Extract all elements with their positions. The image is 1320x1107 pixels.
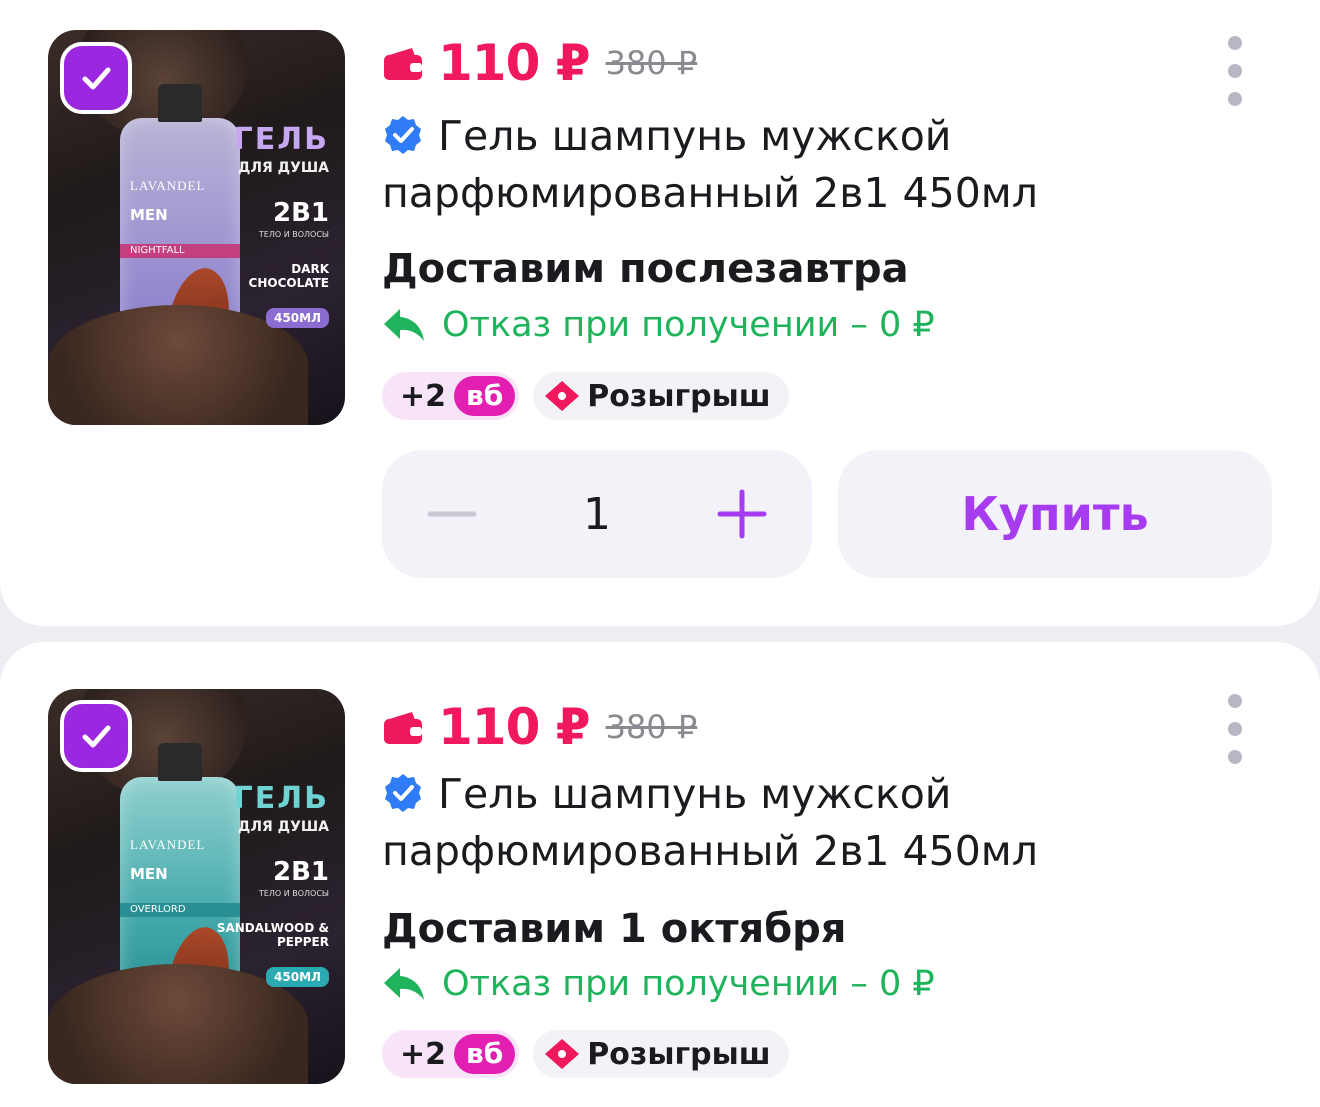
- promo-chips: +2 вб Розыгрыш: [382, 372, 789, 420]
- product-card[interactable]: LAVANDEL MEN NIGHTFALL ГЕЛЬ ДЛЯ ДУША 2В1…: [0, 0, 1320, 626]
- plus-icon: [717, 489, 767, 539]
- bonus-amount: +2: [400, 1036, 447, 1072]
- ticket-icon: [545, 381, 580, 411]
- raffle-label: Розыгрыш: [587, 1036, 771, 1072]
- promo-chips: +2 вб Розыгрыш: [382, 1030, 789, 1078]
- verified-check-icon: [385, 774, 421, 812]
- bottle-variant: OVERLORD: [120, 903, 240, 917]
- bonus-badge: вб: [454, 376, 516, 416]
- buy-button[interactable]: Купить: [838, 450, 1272, 578]
- refund-info: Отказ при получении – 0 ₽: [382, 964, 935, 1004]
- raffle-label: Розыгрыш: [587, 378, 771, 414]
- product-title-text: Гель шампунь мужской парфюмированный 2в1…: [382, 770, 1038, 875]
- ad-flavor: DARK CHOCOLATE: [248, 262, 329, 290]
- raffle-chip[interactable]: Розыгрыш: [533, 1030, 789, 1078]
- current-price: 110 ₽: [438, 698, 591, 756]
- return-arrow-icon: [384, 968, 424, 1000]
- quantity-value: 1: [583, 488, 611, 540]
- ad-subline: ДЛЯ ДУША: [237, 160, 329, 176]
- ad-format: 2В1: [273, 198, 329, 228]
- ad-flavor: SANDALWOOD & PEPPER: [216, 921, 329, 949]
- delivery-date: Доставим послезавтра: [382, 246, 909, 292]
- bottle-brand: LAVANDEL: [130, 178, 206, 193]
- bottle-line: MEN: [130, 206, 168, 224]
- bonus-chip[interactable]: +2 вб: [382, 372, 520, 420]
- product-card[interactable]: LAVANDEL MEN OVERLORD ГЕЛЬ ДЛЯ ДУША 2В1 …: [0, 642, 1320, 1107]
- ad-volume: 450МЛ: [266, 308, 329, 328]
- ticket-icon: [545, 1039, 580, 1069]
- bottle-cap-shape: [158, 84, 202, 122]
- wallet-icon: [384, 712, 422, 744]
- ad-volume: 450МЛ: [266, 967, 329, 987]
- quantity-stepper: 1: [382, 450, 812, 578]
- bonus-chip[interactable]: +2 вб: [382, 1030, 520, 1078]
- product-title[interactable]: Гель шампунь мужской парфюмированный 2в1…: [382, 108, 1082, 222]
- checkmark-icon: [82, 725, 111, 748]
- old-price: 380 ₽: [605, 708, 698, 746]
- product-feed: LAVANDEL MEN NIGHTFALL ГЕЛЬ ДЛЯ ДУША 2В1…: [0, 0, 1320, 1107]
- increase-button[interactable]: [716, 488, 768, 540]
- bonus-badge: вб: [454, 1034, 516, 1074]
- minus-icon: [427, 511, 477, 517]
- ad-subline: ДЛЯ ДУША: [237, 819, 329, 835]
- bonus-amount: +2: [400, 378, 447, 414]
- current-price: 110 ₽: [438, 34, 591, 92]
- decrease-button[interactable]: [426, 488, 478, 540]
- ad-format-note: ТЕЛО И ВОЛОСЫ: [258, 230, 329, 239]
- wallet-icon: [384, 48, 422, 80]
- old-price: 380 ₽: [605, 44, 698, 82]
- price-row: 110 ₽ 380 ₽: [382, 34, 697, 92]
- price-row: 110 ₽ 380 ₽: [382, 698, 697, 756]
- more-vertical-icon[interactable]: [1220, 694, 1250, 764]
- ad-headline: ГЕЛЬ: [233, 122, 329, 157]
- ad-format-note: ТЕЛО И ВОЛОСЫ: [258, 889, 329, 898]
- checkmark-icon: [82, 67, 111, 90]
- bottle-line: MEN: [130, 865, 168, 883]
- ad-format: 2В1: [273, 857, 329, 887]
- delivery-date: Доставим 1 октября: [382, 906, 847, 952]
- ad-headline: ГЕЛЬ: [233, 781, 329, 816]
- refund-info: Отказ при получении – 0 ₽: [382, 305, 935, 345]
- more-vertical-icon[interactable]: [1220, 36, 1250, 106]
- bottle-variant: NIGHTFALL: [120, 244, 240, 258]
- product-title[interactable]: Гель шампунь мужской парфюмированный 2в1…: [382, 766, 1082, 880]
- bottle-cap-shape: [158, 743, 202, 781]
- return-arrow-icon: [384, 309, 424, 341]
- select-checkbox[interactable]: [60, 700, 132, 772]
- refund-text: Отказ при получении – 0 ₽: [442, 964, 935, 1004]
- raffle-chip[interactable]: Розыгрыш: [533, 372, 789, 420]
- select-checkbox[interactable]: [60, 42, 132, 114]
- product-title-text: Гель шампунь мужской парфюмированный 2в1…: [382, 112, 1038, 217]
- bottle-brand: LAVANDEL: [130, 837, 206, 852]
- verified-check-icon: [385, 116, 421, 154]
- refund-text: Отказ при получении – 0 ₽: [442, 305, 935, 345]
